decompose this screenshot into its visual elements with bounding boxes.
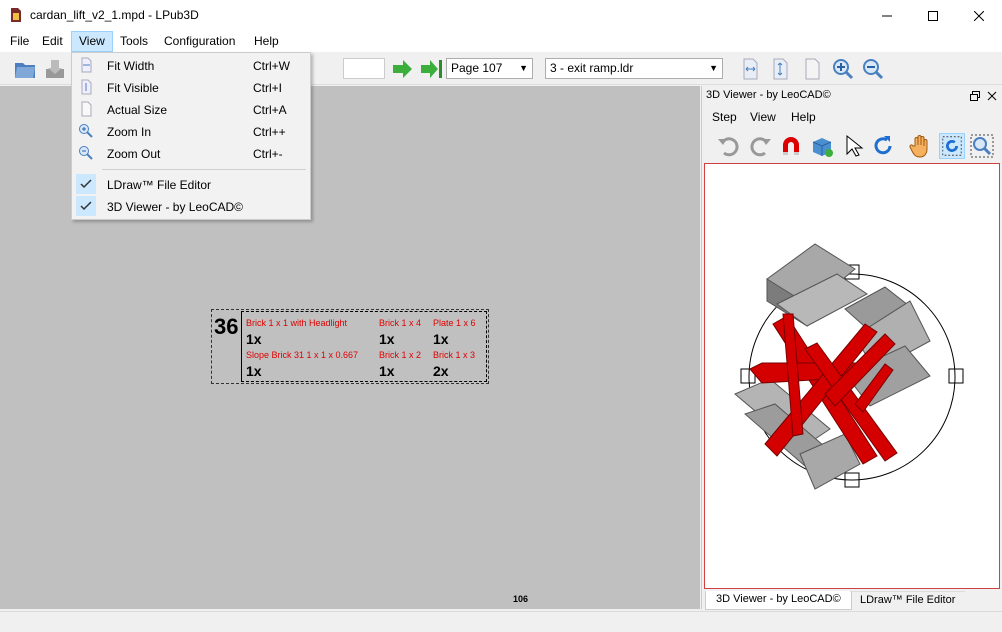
save-file-icon[interactable] — [43, 57, 67, 81]
zoom-out-icon[interactable] — [861, 57, 885, 81]
pan-hand-icon[interactable] — [908, 133, 934, 159]
menu-item-zoom-in[interactable]: Zoom In Ctrl++ — [72, 120, 310, 142]
rotate-icon[interactable] — [870, 133, 896, 159]
menu-item-shortcut: Ctrl++ — [253, 125, 286, 139]
menu-view[interactable]: View — [71, 31, 113, 52]
redo-icon[interactable] — [747, 133, 773, 159]
viewer-menu-view[interactable]: View — [750, 110, 776, 124]
menu-item-label: Zoom Out — [107, 147, 161, 161]
viewer-menu-help[interactable]: Help — [791, 110, 816, 124]
menu-item-label: Zoom In — [107, 125, 152, 139]
float-icon[interactable] — [970, 91, 980, 101]
part-qty: 2x — [433, 363, 449, 379]
next-page-icon[interactable] — [390, 57, 414, 81]
checkmark-icon — [76, 196, 96, 216]
insert-piece-icon[interactable] — [809, 133, 835, 159]
part-name: Brick 1 x 2 — [379, 350, 422, 360]
rotate-view-icon[interactable] — [939, 133, 965, 159]
fit-width-icon — [81, 57, 92, 73]
minimize-button[interactable] — [864, 0, 910, 31]
menu-item-3d-viewer[interactable]: 3D Viewer - by LeoCAD© — [72, 195, 310, 217]
actual-size-icon — [81, 101, 92, 117]
snap-magnet-icon[interactable] — [778, 133, 804, 159]
zoom-out-icon — [79, 146, 93, 160]
part-name: Slope Brick 31 1 x 1 x 0.667 — [246, 350, 359, 360]
part-qty: 1x — [379, 331, 395, 347]
close-dock-icon[interactable] — [987, 91, 997, 101]
view-dropdown-menu: Fit Width Ctrl+W Fit Visible Ctrl+I Actu… — [71, 52, 311, 220]
viewer-menu-step[interactable]: Step — [712, 110, 737, 124]
page-number-input[interactable] — [343, 58, 385, 79]
last-page-icon[interactable] — [420, 57, 444, 81]
menu-file[interactable]: File — [3, 31, 36, 52]
part-qty: 1x — [379, 363, 395, 379]
menu-tools[interactable]: Tools — [113, 31, 155, 52]
fit-width-icon[interactable] — [738, 57, 762, 81]
part-name: Brick 1 x 1 with Headlight — [246, 318, 348, 328]
page-combo[interactable]: Page 107 ▼ — [446, 58, 533, 79]
menu-separator — [102, 169, 306, 170]
window-title: cardan_lift_v2_1.mpd - LPub3D — [30, 8, 199, 22]
part-qty: 1x — [246, 331, 262, 347]
app-icon — [11, 8, 21, 22]
part-name: Brick 1 x 3 — [433, 350, 476, 360]
zoom-in-icon[interactable] — [831, 57, 855, 81]
menu-configuration[interactable]: Configuration — [157, 31, 242, 52]
menu-help[interactable]: Help — [247, 31, 286, 52]
menu-item-fit-width[interactable]: Fit Width Ctrl+W — [72, 54, 310, 76]
part-qty: 1x — [246, 363, 262, 379]
fit-visible-icon[interactable] — [768, 57, 792, 81]
fit-visible-icon — [81, 79, 92, 95]
submodel-combo[interactable]: 3 - exit ramp.ldr ▼ — [545, 58, 723, 79]
tab-ldraw-editor[interactable]: LDraw™ File Editor — [850, 591, 966, 610]
part-name: Plate 1 x 6 — [433, 318, 476, 328]
menu-item-label: Fit Width — [107, 59, 155, 73]
minimize-icon — [882, 15, 892, 16]
status-bar — [0, 611, 1002, 632]
part-qty: 1x — [433, 331, 449, 347]
maximize-icon — [928, 10, 938, 21]
model-render — [734, 243, 964, 490]
maximize-button[interactable] — [910, 0, 956, 31]
actual-size-icon[interactable] — [800, 57, 824, 81]
checkmark-icon — [76, 174, 96, 194]
menu-item-actual-size[interactable]: Actual Size Ctrl+A — [72, 98, 310, 120]
select-arrow-icon[interactable] — [840, 133, 866, 159]
menu-item-fit-visible[interactable]: Fit Visible Ctrl+I — [72, 76, 310, 98]
page-number: 106 — [513, 594, 529, 604]
menu-edit[interactable]: Edit — [35, 31, 70, 52]
close-icon — [974, 10, 984, 21]
close-button[interactable] — [956, 0, 1002, 31]
submodel-combo-value: 3 - exit ramp.ldr — [550, 61, 634, 75]
undo-icon[interactable] — [716, 133, 742, 159]
menu-item-shortcut: Ctrl+- — [253, 147, 283, 161]
dock-title: 3D Viewer - by LeoCAD© — [706, 89, 831, 101]
page-combo-value: Page 107 — [451, 61, 503, 75]
menu-item-zoom-out[interactable]: Zoom Out Ctrl+- — [72, 142, 310, 164]
menu-item-ldraw-editor[interactable]: LDraw™ File Editor — [72, 173, 310, 195]
menu-item-label: 3D Viewer - by LeoCAD© — [107, 200, 244, 214]
menu-item-label: LDraw™ File Editor — [107, 178, 212, 192]
chevron-down-icon: ▼ — [519, 63, 528, 73]
zoom-in-icon — [79, 124, 93, 138]
chevron-down-icon: ▼ — [709, 63, 718, 73]
zoom-region-icon[interactable] — [969, 133, 995, 159]
menu-item-shortcut: Ctrl+W — [253, 59, 290, 73]
menu-item-shortcut: Ctrl+A — [253, 103, 287, 117]
open-file-icon[interactable] — [13, 57, 37, 81]
menu-item-label: Fit Visible — [107, 81, 159, 95]
menu-item-label: Actual Size — [107, 103, 168, 117]
menu-item-shortcut: Ctrl+I — [253, 81, 283, 95]
tab-3d-viewer[interactable]: 3D Viewer - by LeoCAD© — [705, 591, 852, 610]
part-name: Brick 1 x 4 — [379, 318, 422, 328]
3d-viewer-canvas[interactable] — [704, 163, 1000, 589]
step-number: 36 — [214, 314, 239, 339]
